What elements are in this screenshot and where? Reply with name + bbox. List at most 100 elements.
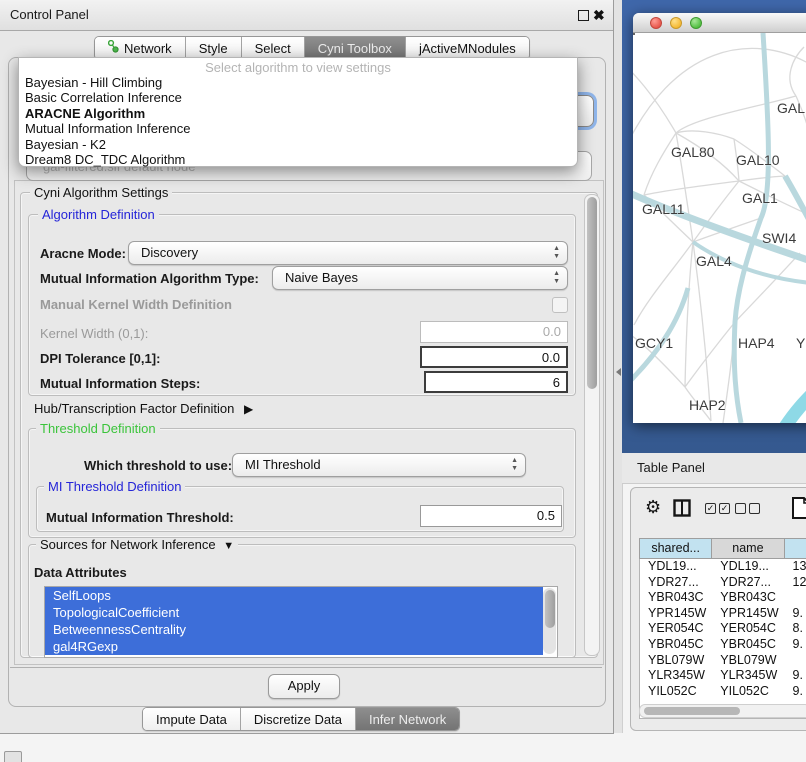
minimize-traffic-icon[interactable] bbox=[670, 17, 682, 29]
algorithm-option[interactable]: Bayesian - Hill Climbing bbox=[19, 75, 577, 90]
settings-scrollbar-thumb[interactable] bbox=[587, 197, 597, 389]
mi-type-select[interactable]: Naive Bayes ▲▼ bbox=[272, 266, 568, 290]
network-icon bbox=[108, 38, 119, 59]
network-edges bbox=[633, 33, 806, 423]
table-row[interactable]: YBL079WYBL079W bbox=[640, 653, 806, 669]
table-row[interactable]: YPR145WYPR145W9. bbox=[640, 606, 806, 622]
mi-steps-field[interactable]: 6 bbox=[424, 371, 568, 393]
table-row[interactable]: YBR043CYBR043C bbox=[640, 590, 806, 606]
node-table: shared... name YDL19...YDL19...13 YDR27.… bbox=[639, 538, 806, 719]
which-threshold-label: Which threshold to use: bbox=[84, 458, 232, 473]
algorithm-option[interactable]: Dream8 DC_TDC Algorithm bbox=[19, 152, 577, 167]
control-panel-title: Control Panel bbox=[10, 0, 89, 30]
column-chooser-icon[interactable] bbox=[673, 499, 691, 517]
tab-network-label: Network bbox=[124, 38, 172, 59]
float-icon[interactable] bbox=[578, 10, 589, 21]
dpi-tolerance-label: DPI Tolerance [0,1]: bbox=[40, 351, 160, 366]
algorithm-option[interactable]: Mutual Information Inference bbox=[19, 121, 577, 136]
column-header-partial[interactable] bbox=[785, 539, 806, 558]
aracne-mode-value: Discovery bbox=[141, 245, 198, 260]
manual-kernel-checkbox[interactable] bbox=[552, 297, 568, 313]
tab-impute-data-label: Impute Data bbox=[156, 709, 227, 730]
divider-collapse-arrow-icon[interactable] bbox=[616, 368, 621, 376]
dpi-tolerance-field[interactable]: 0.0 bbox=[420, 346, 568, 368]
settings-scrollbar[interactable] bbox=[584, 194, 600, 656]
node-label: GCY1 bbox=[635, 335, 673, 351]
unselect-all-icon[interactable] bbox=[735, 503, 763, 518]
screen: Control Panel ✖ Network Style Select Cyn… bbox=[0, 0, 806, 762]
table-row[interactable]: YDR27...YDR27...12 bbox=[640, 575, 806, 591]
algorithm-option[interactable]: Bayesian - K2 bbox=[19, 137, 577, 152]
table-header: shared... name bbox=[639, 538, 806, 559]
stepper-arrows-icon: ▲▼ bbox=[553, 245, 560, 261]
tab-select[interactable]: Select bbox=[242, 37, 305, 59]
table-row[interactable]: YER054CYER054C8. bbox=[640, 621, 806, 637]
data-attributes-list: SelfLoops TopologicalCoefficient Between… bbox=[44, 586, 558, 658]
mi-threshold-label: Mutual Information Threshold: bbox=[46, 510, 234, 525]
aracne-mode-select[interactable]: Discovery ▲▼ bbox=[128, 241, 568, 265]
stepper-arrows-icon: ▲▼ bbox=[553, 270, 560, 286]
node-label: HAP4 bbox=[738, 335, 775, 351]
mi-type-label: Mutual Information Algorithm Type: bbox=[40, 271, 259, 286]
tab-impute-data[interactable]: Impute Data bbox=[143, 708, 241, 730]
algorithm-option-selected[interactable]: ARACNE Algorithm bbox=[19, 106, 577, 121]
list-item[interactable]: SelfLoops bbox=[45, 587, 543, 604]
list-item[interactable]: BetweennessCentrality bbox=[45, 621, 543, 638]
table-row[interactable]: YBR045CYBR045C9. bbox=[640, 637, 806, 653]
node-label: GAL1 bbox=[742, 190, 778, 206]
close-traffic-icon[interactable] bbox=[650, 17, 662, 29]
node-label: HAP2 bbox=[689, 397, 726, 413]
gear-icon[interactable]: ⚙ bbox=[645, 497, 661, 518]
which-threshold-select[interactable]: MI Threshold ▲▼ bbox=[232, 453, 526, 477]
tab-style-label: Style bbox=[199, 38, 228, 59]
control-panel-titlebar bbox=[0, 0, 613, 31]
tab-jactivemnodules[interactable]: jActiveMNodules bbox=[406, 37, 529, 59]
mi-type-value: Naive Bayes bbox=[285, 270, 358, 285]
table-horizontal-scrollbar[interactable] bbox=[639, 704, 806, 718]
tab-style[interactable]: Style bbox=[186, 37, 242, 59]
table-row[interactable]: YIL052CYIL052C9. bbox=[640, 684, 806, 700]
hub-definition-toggle[interactable]: Hub/Transcription Factor Definition ▶ bbox=[34, 401, 253, 416]
select-all-icon[interactable]: ✓✓ bbox=[705, 503, 733, 518]
table-row[interactable]: YDL19...YDL19...13 bbox=[640, 559, 806, 575]
mi-threshold-group-title: MI Threshold Definition bbox=[44, 480, 185, 493]
dropdown-placeholder: Select algorithm to view settings bbox=[19, 60, 577, 75]
tab-network[interactable]: Network bbox=[95, 37, 186, 59]
kernel-width-field[interactable]: 0.0 bbox=[420, 321, 568, 343]
tab-infer-network[interactable]: Infer Network bbox=[356, 708, 459, 730]
separator bbox=[10, 667, 602, 668]
node-label: GAL11 bbox=[642, 201, 685, 217]
aracne-mode-label: Aracne Mode: bbox=[40, 246, 126, 261]
tab-cyni-toolbox[interactable]: Cyni Toolbox bbox=[305, 37, 406, 59]
network-window-titlebar[interactable] bbox=[633, 13, 806, 33]
sources-toggle[interactable]: Sources for Network Inference ▼ bbox=[36, 538, 238, 553]
node-label: GAL4 bbox=[696, 253, 732, 269]
network-canvas[interactable]: GAL GAL80 GAL10 GAL1 GAL11 SWI4 GAL4 GCY… bbox=[633, 33, 806, 423]
list-item[interactable]: gal4RGexp bbox=[45, 638, 543, 655]
kernel-width-label: Kernel Width (0,1): bbox=[40, 326, 148, 341]
cyni-algorithm-settings-title: Cyni Algorithm Settings bbox=[30, 186, 172, 199]
table-row[interactable]: YLR345WYLR345W9. bbox=[640, 668, 806, 684]
column-header-name[interactable]: name bbox=[712, 539, 784, 558]
stepper-arrows-icon: ▲▼ bbox=[511, 457, 518, 473]
minimized-panel-icon[interactable] bbox=[4, 751, 22, 762]
close-icon[interactable]: ✖ bbox=[593, 7, 605, 24]
export-table-icon[interactable] bbox=[791, 496, 806, 520]
table-horizontal-scrollbar-thumb[interactable] bbox=[644, 707, 740, 715]
algorithm-option[interactable]: Basic Correlation Inference bbox=[19, 90, 577, 105]
threshold-definition-title: Threshold Definition bbox=[36, 422, 160, 435]
mi-threshold-field[interactable]: 0.5 bbox=[420, 505, 562, 527]
apply-button[interactable]: Apply bbox=[268, 674, 340, 699]
list-item[interactable]: TopologicalCoefficient bbox=[45, 604, 543, 621]
node-label: GAL80 bbox=[671, 144, 715, 160]
cyni-bottom-tabs: Impute Data Discretize Data Infer Networ… bbox=[142, 707, 460, 731]
column-header-shared-name[interactable]: shared... bbox=[640, 539, 712, 558]
network-node[interactable] bbox=[633, 33, 635, 35]
tab-infer-network-label: Infer Network bbox=[369, 709, 446, 730]
tab-discretize-data[interactable]: Discretize Data bbox=[241, 708, 356, 730]
zoom-traffic-icon[interactable] bbox=[690, 17, 702, 29]
list-scrollbar[interactable] bbox=[543, 588, 556, 654]
control-panel-window: Control Panel ✖ Network Style Select Cyn… bbox=[0, 0, 614, 734]
chevron-down-icon: ▼ bbox=[223, 540, 234, 552]
list-scrollbar-thumb[interactable] bbox=[545, 590, 555, 628]
